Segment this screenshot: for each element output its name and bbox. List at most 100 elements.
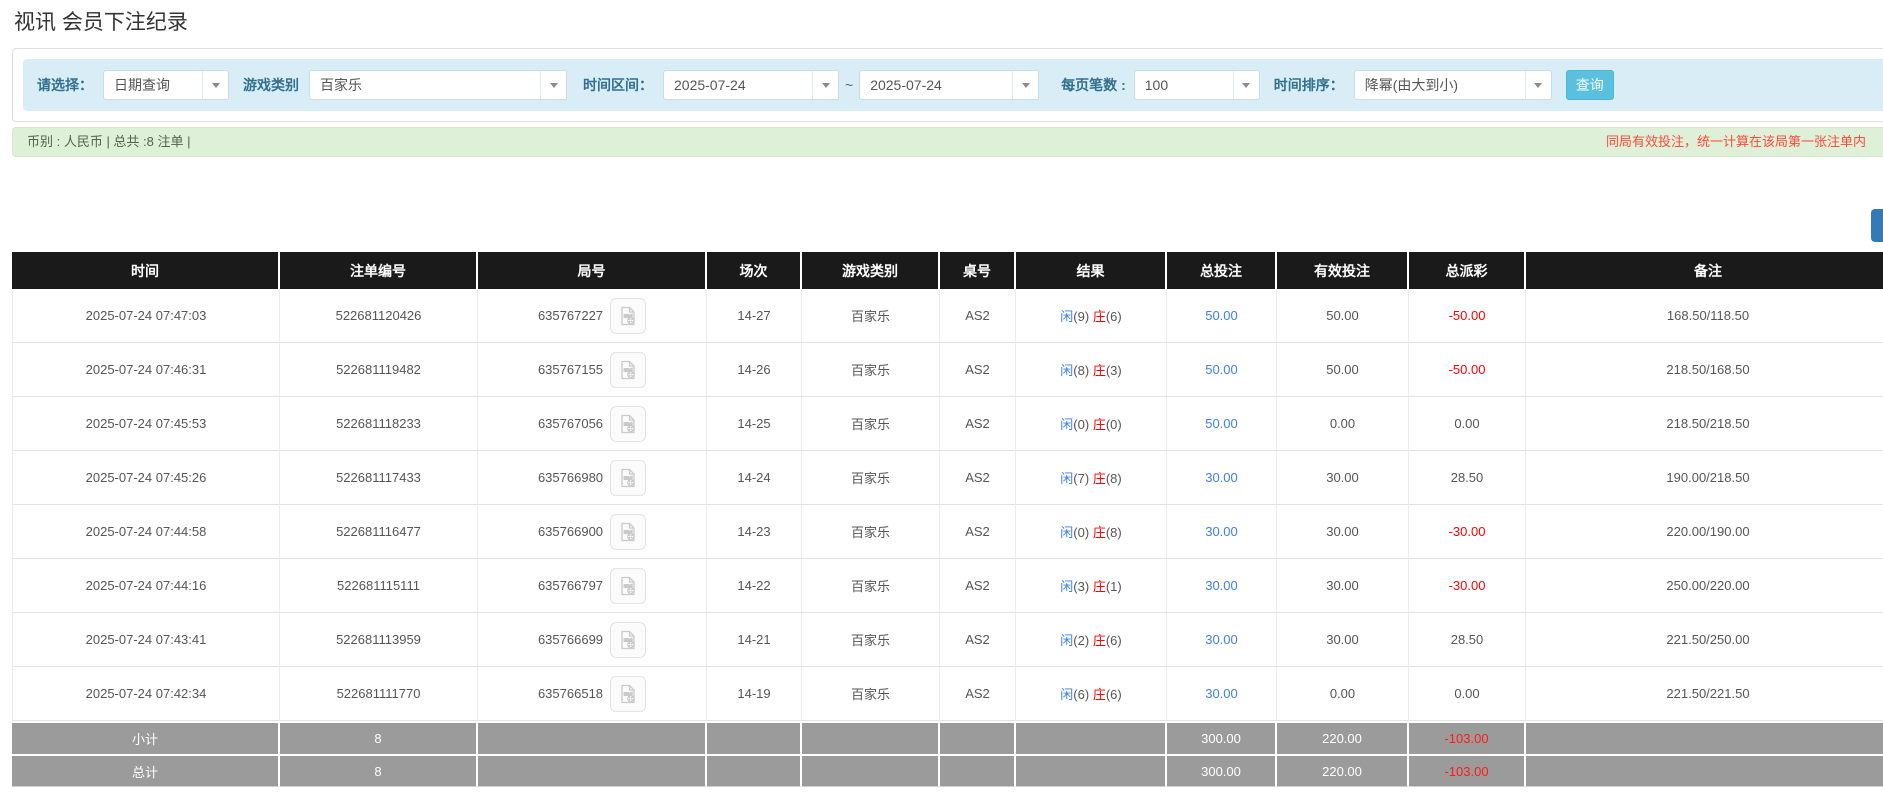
column-header: 局号 <box>478 252 707 289</box>
query-type-value: 日期查询 <box>104 71 202 99</box>
cell-session: 14-19 <box>707 667 802 721</box>
valid-bet-note: 同局有效投注，统一计算在该局第一张注单内 <box>1606 128 1866 156</box>
cell-empty <box>478 754 707 787</box>
game-category-value: 百家乐 <box>310 71 540 99</box>
cell-session: 14-22 <box>707 559 802 613</box>
search-button[interactable]: 查询 <box>1566 70 1614 100</box>
summary-payout: -103.00 <box>1409 754 1526 787</box>
cell-payout: 0.00 <box>1409 667 1526 721</box>
player-score: (2) <box>1073 633 1089 648</box>
cell-result: 闲(6) 庄(6) <box>1016 667 1167 721</box>
per-page-select[interactable]: 100 <box>1134 70 1260 100</box>
bet-records-table: 时间注单编号局号场次游戏类别桌号结果总投注有效投注总派彩备注 2025-07-2… <box>12 252 1883 787</box>
banker-label: 庄 <box>1093 525 1106 540</box>
cell-empty <box>1016 754 1167 787</box>
cell-total-bet[interactable]: 50.00 <box>1167 289 1277 343</box>
banker-score: (6) <box>1106 633 1122 648</box>
cell-empty <box>802 754 940 787</box>
date-from-select[interactable]: 2025-07-24 <box>663 70 839 100</box>
cell-bet-id: 522681115111 <box>280 559 478 613</box>
cell-round: 635766699 <box>478 613 707 667</box>
banker-label: 庄 <box>1093 687 1106 702</box>
video-replay-icon[interactable] <box>610 460 646 496</box>
cell-total-bet[interactable]: 30.00 <box>1167 505 1277 559</box>
cell-round: 635766797 <box>478 559 707 613</box>
video-replay-icon[interactable] <box>610 406 646 442</box>
cell-game-category: 百家乐 <box>802 451 940 505</box>
cell-table-number: AS2 <box>940 613 1016 667</box>
round-id: 635766699 <box>538 632 603 647</box>
cell-total-bet[interactable]: 30.00 <box>1167 559 1277 613</box>
cell-empty <box>707 754 802 787</box>
column-header: 总投注 <box>1167 252 1277 289</box>
table-row: 2025-07-24 07:47:03 522681120426 6357672… <box>12 289 1883 343</box>
video-replay-icon[interactable] <box>610 298 646 334</box>
date-to-select[interactable]: 2025-07-24 <box>859 70 1039 100</box>
cell-total-bet[interactable]: 50.00 <box>1167 343 1277 397</box>
summary-bar: 币别 : 人民币 | 总共 :8 注单 | 同局有效投注，统一计算在该局第一张注… <box>12 127 1883 157</box>
chevron-down-icon <box>1012 71 1038 99</box>
filter-bar: 请选择： 日期查询 游戏类别 百家乐 时间区间： 2025-07-24 ~ 20… <box>23 59 1883 111</box>
cell-total-bet[interactable]: 50.00 <box>1167 397 1277 451</box>
cell-bet-id: 522681120426 <box>280 289 478 343</box>
chevron-down-icon <box>540 71 566 99</box>
export-button-partial[interactable] <box>1871 209 1883 242</box>
video-replay-icon[interactable] <box>610 676 646 712</box>
cell-time: 2025-07-24 07:44:58 <box>12 505 280 559</box>
cell-valid-bet: 30.00 <box>1277 559 1409 613</box>
cell-table-number: AS2 <box>940 505 1016 559</box>
cell-valid-bet: 0.00 <box>1277 667 1409 721</box>
summary-count: 8 <box>280 754 478 787</box>
cell-result: 闲(3) 庄(1) <box>1016 559 1167 613</box>
per-page-label: 每页笔数 : <box>1061 75 1126 95</box>
cell-time: 2025-07-24 07:47:03 <box>12 289 280 343</box>
banker-score: (6) <box>1106 309 1122 324</box>
cell-time: 2025-07-24 07:42:34 <box>12 667 280 721</box>
cell-game-category: 百家乐 <box>802 343 940 397</box>
cell-total-bet[interactable]: 30.00 <box>1167 667 1277 721</box>
cell-bet-id: 522681117433 <box>280 451 478 505</box>
sort-value: 降幂(由大到小) <box>1355 71 1525 99</box>
player-label: 闲 <box>1060 309 1073 324</box>
game-category-label: 游戏类别 <box>243 75 299 95</box>
cell-table-number: AS2 <box>940 559 1016 613</box>
table-foot: 小计 8 300.00 220.00 -103.00 总计 8 300.00 2… <box>12 721 1883 787</box>
cell-bet-id: 522681113959 <box>280 613 478 667</box>
summary-valid-bet: 220.00 <box>1277 721 1409 754</box>
summary-count: 8 <box>280 721 478 754</box>
cell-result: 闲(0) 庄(0) <box>1016 397 1167 451</box>
banker-score: (8) <box>1106 471 1122 486</box>
cell-total-bet[interactable]: 30.00 <box>1167 613 1277 667</box>
cell-empty <box>1526 721 1883 754</box>
cell-payout: 0.00 <box>1409 397 1526 451</box>
chevron-down-icon <box>812 71 838 99</box>
date-to-value: 2025-07-24 <box>860 71 1012 99</box>
player-label: 闲 <box>1060 579 1073 594</box>
round-id: 635766980 <box>538 470 603 485</box>
video-replay-icon[interactable] <box>610 352 646 388</box>
cell-remark: 218.50/218.50 <box>1526 397 1883 451</box>
column-header: 场次 <box>707 252 802 289</box>
game-category-select[interactable]: 百家乐 <box>309 70 567 100</box>
chevron-down-icon <box>202 71 228 99</box>
column-header: 游戏类别 <box>802 252 940 289</box>
summary-label: 总计 <box>12 754 280 787</box>
cell-session: 14-25 <box>707 397 802 451</box>
cell-payout: -30.00 <box>1409 559 1526 613</box>
cell-total-bet[interactable]: 30.00 <box>1167 451 1277 505</box>
cell-payout: -30.00 <box>1409 505 1526 559</box>
cell-remark: 168.50/118.50 <box>1526 289 1883 343</box>
video-replay-icon[interactable] <box>610 514 646 550</box>
table-row: 2025-07-24 07:43:41 522681113959 6357666… <box>12 613 1883 667</box>
banker-label: 庄 <box>1093 471 1106 486</box>
video-replay-icon[interactable] <box>610 568 646 604</box>
table-row: 2025-07-24 07:42:34 522681111770 6357665… <box>12 667 1883 721</box>
video-replay-icon[interactable] <box>610 622 646 658</box>
cell-time: 2025-07-24 07:46:31 <box>12 343 280 397</box>
query-type-select[interactable]: 日期查询 <box>103 70 229 100</box>
cell-remark: 190.00/218.50 <box>1526 451 1883 505</box>
sort-select[interactable]: 降幂(由大到小) <box>1354 70 1552 100</box>
cell-time: 2025-07-24 07:44:16 <box>12 559 280 613</box>
player-label: 闲 <box>1060 633 1073 648</box>
cell-result: 闲(0) 庄(8) <box>1016 505 1167 559</box>
